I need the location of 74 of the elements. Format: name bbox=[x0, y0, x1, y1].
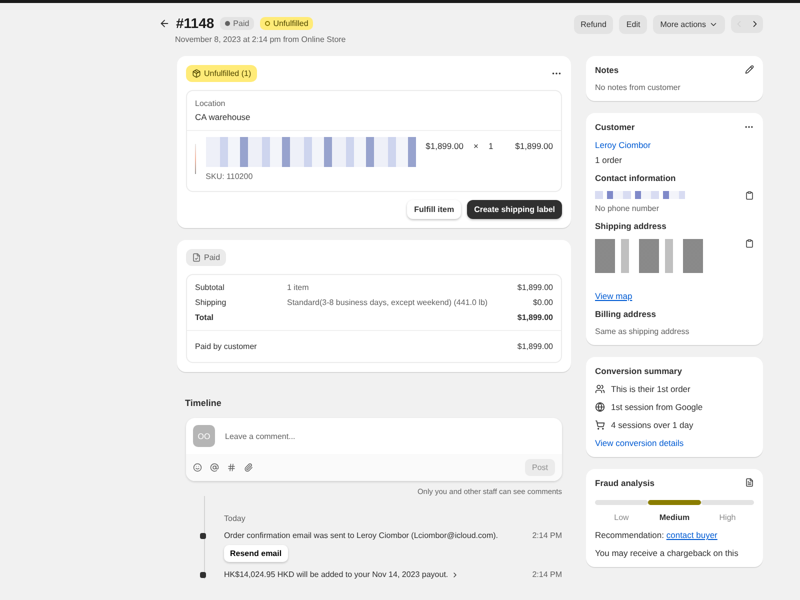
event-text: Order confirmation email was sent to Leroy Ciombor (Lciombor@icloud.com). bbox=[224, 531, 498, 540]
section-title: Billing address bbox=[595, 309, 657, 319]
order-number: #1148 bbox=[176, 15, 214, 31]
users-icon bbox=[595, 384, 605, 394]
report-icon[interactable] bbox=[745, 478, 754, 487]
payment-detail: 1 item bbox=[287, 283, 310, 292]
payment-amount: $1,899.00 bbox=[517, 313, 553, 322]
payment-detail: Standard(3-8 business days, except weekend) (441.0 lb) bbox=[287, 298, 489, 307]
mention-icon[interactable] bbox=[210, 463, 219, 472]
customer-link[interactable]: Leroy Ciombor bbox=[595, 140, 754, 150]
contact-buyer-link[interactable]: contact buyer bbox=[666, 530, 718, 540]
action-button[interactable]: Refund bbox=[574, 15, 614, 34]
conversion-item: 4 sessions over 1 day bbox=[611, 420, 694, 430]
back-arrow-icon[interactable] bbox=[159, 18, 170, 28]
copy-icon[interactable] bbox=[745, 191, 754, 200]
risk-label: High bbox=[718, 513, 737, 522]
event-text: HK$14,024.95 HKD will be added to your Nov 14, 2023 payout. bbox=[224, 570, 448, 579]
location-label: Location bbox=[195, 99, 226, 108]
recommendation-text: Recommendation: contact buyer bbox=[595, 530, 718, 540]
timeline-bullet bbox=[200, 533, 206, 539]
hashtag-icon[interactable] bbox=[227, 463, 236, 472]
payment-label: Total bbox=[195, 313, 215, 322]
card-title: Customer bbox=[595, 122, 635, 132]
fulfill-button[interactable]: Fulfill item bbox=[407, 200, 462, 219]
status-badge: Unfulfilled bbox=[260, 16, 314, 30]
more-actions-button[interactable]: More actions bbox=[653, 15, 725, 34]
line-total: $1,899.00 bbox=[515, 141, 553, 151]
unit-price: $1,899.00 bbox=[426, 141, 464, 151]
attach-icon[interactable] bbox=[244, 463, 253, 472]
paid-by-label: Paid by customer bbox=[195, 342, 258, 351]
timeline-title: Timeline bbox=[185, 398, 222, 408]
order-count: 1 order bbox=[595, 155, 623, 165]
quantity: 1 bbox=[488, 141, 494, 151]
card-title: Conversion summary bbox=[595, 366, 683, 376]
create-label-button[interactable]: Create shipping label bbox=[467, 200, 562, 219]
phone-text: No phone number bbox=[595, 204, 660, 213]
billing-text: Same as shipping address bbox=[595, 327, 690, 336]
notes-text: No notes from customer bbox=[595, 83, 682, 92]
chargeback-text: You may receive a chargeback on this bbox=[595, 548, 740, 558]
product-sku: SKU: 110200 bbox=[206, 172, 254, 181]
day-label: Today bbox=[224, 514, 246, 523]
conversion-item: This is their 1st order bbox=[611, 384, 690, 394]
paid-badge: Paid bbox=[186, 249, 226, 266]
conversion-details-link[interactable]: View conversion details bbox=[595, 438, 754, 448]
conversion-item: 1st session from Google bbox=[611, 402, 703, 412]
status-badge: Paid bbox=[220, 16, 254, 30]
section-title: Contact information bbox=[595, 173, 677, 183]
event-time: 2:14 PM bbox=[532, 570, 562, 579]
cart-icon bbox=[595, 420, 605, 430]
location-value: CA warehouse bbox=[195, 112, 252, 122]
section-title: Shipping address bbox=[595, 221, 668, 231]
payment-amount: $0.00 bbox=[532, 298, 553, 307]
unfulfilled-badge: Unfulfilled (1) bbox=[186, 65, 258, 82]
payment-label: Subtotal bbox=[195, 283, 226, 292]
emoji-icon[interactable] bbox=[193, 463, 202, 472]
resend-button[interactable]: Resend email bbox=[224, 545, 288, 562]
chevron-down-icon bbox=[709, 20, 718, 29]
order-date: November 8, 2023 at 2:14 pm from Online Store bbox=[175, 35, 346, 44]
edit-icon[interactable] bbox=[745, 65, 754, 74]
globe-icon bbox=[595, 402, 605, 412]
payment-amount: $1,899.00 bbox=[517, 283, 553, 292]
event-time: 2:14 PM bbox=[532, 531, 562, 540]
card-title: Notes bbox=[595, 65, 619, 75]
view-map-link[interactable]: View map bbox=[595, 291, 632, 301]
timeline-bullet bbox=[200, 572, 206, 578]
card-title: Fraud analysis bbox=[595, 478, 655, 488]
avatar: OO bbox=[193, 425, 215, 447]
copy-icon[interactable] bbox=[745, 239, 754, 248]
paid-amount: $1,899.00 bbox=[517, 342, 553, 351]
times-sign: × bbox=[473, 141, 478, 151]
risk-label: Low bbox=[613, 513, 630, 522]
payment-label: Shipping bbox=[195, 298, 228, 307]
risk-label: Medium bbox=[658, 513, 691, 522]
action-button[interactable]: Edit bbox=[619, 15, 648, 34]
